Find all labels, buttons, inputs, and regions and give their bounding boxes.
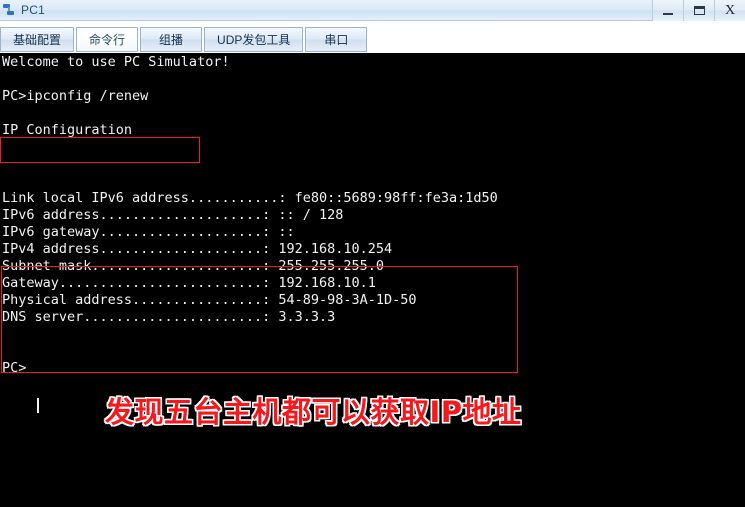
tab-bar: 基础配置 命令行 组播 UDP发包工具 串口 <box>0 21 745 73</box>
window-title: PC1 <box>21 3 45 17</box>
tab-label: 命令行 <box>89 33 126 47</box>
tab-command-line[interactable]: 命令行 <box>76 27 139 52</box>
tab-udp-tool[interactable]: UDP发包工具 <box>204 27 304 52</box>
tab-basic-config[interactable]: 基础配置 <box>0 27 75 52</box>
tab-strip: 基础配置 命令行 组播 UDP发包工具 串口 <box>0 23 369 52</box>
maximize-icon <box>693 6 705 15</box>
terminal-output: Welcome to use PC Simulator! PC>ipconfig… <box>2 54 498 376</box>
tab-label: 组播 <box>159 33 184 47</box>
minimize-button[interactable] <box>652 0 683 21</box>
window-titlebar: PC1 X <box>0 0 745 21</box>
pc-simulator-window: PC1 X 基础配置 命令行 组播 UDP发包工具 串口 Welcome to … <box>0 0 745 507</box>
close-icon: X <box>724 2 736 18</box>
tab-label: 基础配置 <box>13 33 62 47</box>
tab-label: 串口 <box>324 33 349 47</box>
window-controls: X <box>652 0 745 21</box>
terminal-cursor <box>37 398 39 413</box>
annotation-note: 发现五台主机都可以获取IP地址 <box>105 395 522 429</box>
minimize-icon <box>663 12 673 15</box>
terminal-console[interactable]: Welcome to use PC Simulator! PC>ipconfig… <box>0 53 745 507</box>
network-node-icon <box>3 3 17 17</box>
tab-multicast[interactable]: 组播 <box>140 27 203 52</box>
maximize-button[interactable] <box>683 0 714 21</box>
close-button[interactable]: X <box>714 0 745 21</box>
tab-serial-port[interactable]: 串口 <box>305 27 368 52</box>
tab-label: UDP发包工具 <box>217 33 291 47</box>
